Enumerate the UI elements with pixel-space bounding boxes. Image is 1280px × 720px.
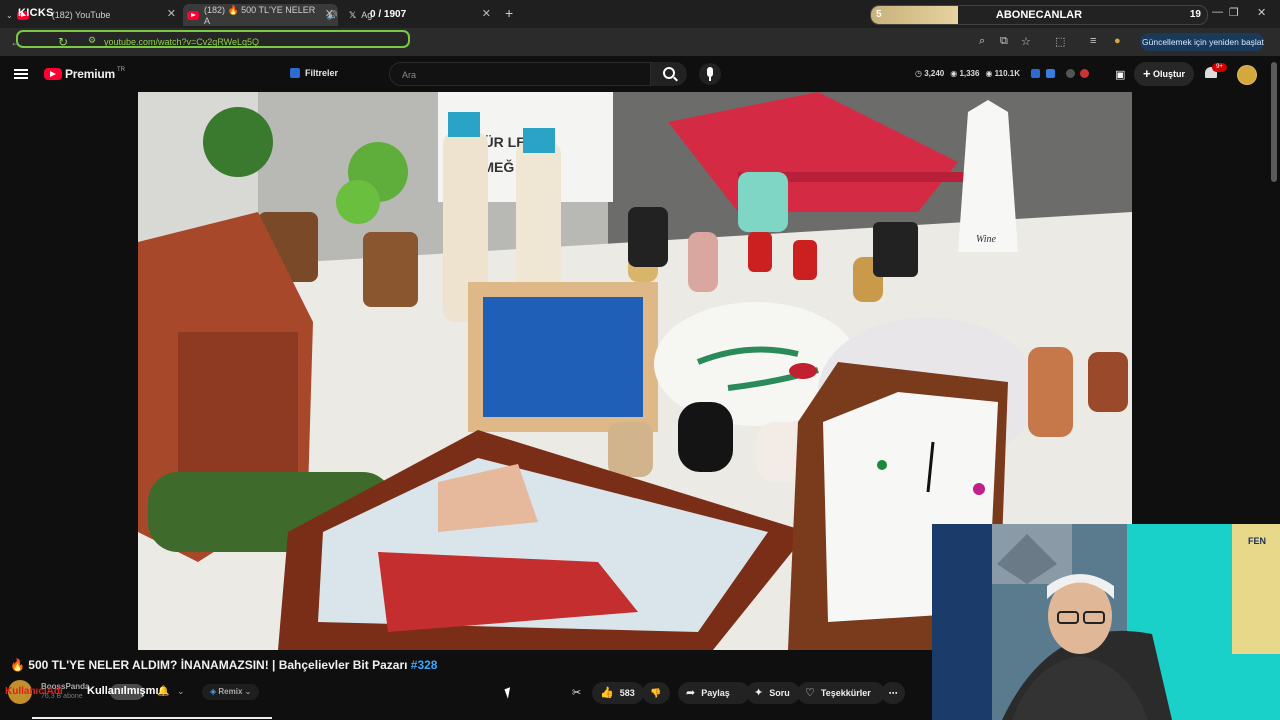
thumbs-down-icon: 👎 [650, 688, 662, 698]
webcam-scene: FEN [932, 524, 1280, 720]
zoom-icon[interactable]: ⌕ [979, 35, 985, 48]
like-button[interactable]: 👍 583 [592, 682, 644, 704]
video-title-text: 🔥 500 TL'YE NELER ALDIM? İNANAMAZSIN! | … [10, 658, 411, 672]
page-scrollbar[interactable] [1271, 62, 1277, 182]
camera-upload-icon[interactable]: ▣ [1115, 68, 1125, 81]
like-count: 583 [619, 688, 635, 698]
stat-views: ◉ 110.1K [985, 69, 1021, 78]
flag-text: FEN [1248, 536, 1266, 546]
kicks-overlay-text: KICKS [18, 7, 54, 19]
hashtag-link[interactable]: #328 [411, 658, 438, 672]
search-input[interactable] [400, 69, 634, 81]
thumbs-up-icon: 👍 [600, 687, 614, 699]
stat-eye: ◉ 1,336 [950, 69, 980, 78]
stream-overlay-username: KullanıcıAdı [5, 686, 63, 697]
dislike-button[interactable]: 👎 [642, 682, 670, 704]
tab-label: (182) YouTube [51, 10, 111, 20]
reload-icon[interactable]: ↻ [58, 35, 68, 49]
extension-icon[interactable] [1080, 69, 1089, 78]
search-box [389, 62, 651, 86]
tab-video[interactable]: (182) 🔥 500 TL'YE NELER A 🔊 ✕ [183, 4, 338, 26]
stream-overlay-question: Kullanılmışmı [87, 685, 159, 697]
close-window-icon[interactable]: ✕ [1257, 6, 1266, 19]
clip-icon[interactable]: ✂ [572, 682, 588, 704]
more-icon: ⋯ [888, 688, 898, 698]
remix-label: Remix [218, 687, 243, 696]
youtube-favicon [187, 10, 199, 20]
browser-tab-strip: ⌄ (182) YouTube ✕ (182) 🔥 500 TL'YE NELE… [0, 0, 1280, 28]
ask-label: Soru [769, 688, 790, 698]
menu-icon[interactable] [14, 69, 28, 79]
divider [32, 717, 272, 719]
youtube-logo-icon [44, 68, 62, 80]
stat-value: 1,336 [959, 69, 980, 78]
filters-button[interactable]: Filtreler [290, 68, 338, 78]
close-tab-icon[interactable]: ✕ [167, 7, 176, 20]
tab-label: (182) 🔥 500 TL'YE NELER A [203, 4, 316, 26]
new-tab-icon[interactable]: + [505, 5, 513, 21]
stat-value: 110.1K [994, 69, 1021, 78]
notification-badge: 9+ [1212, 63, 1227, 72]
chevron-down-icon: ⌄ [244, 687, 252, 696]
account-avatar[interactable] [1237, 65, 1257, 85]
thanks-button[interactable]: ♡ Teşekkürler [797, 682, 885, 704]
chevron-down-icon[interactable]: ⌄ [6, 11, 13, 20]
cast-icon[interactable]: ⧉ [1000, 35, 1008, 48]
stat-clock: ◷ 3,240 [915, 69, 945, 78]
sparkle-icon: ✦ [754, 687, 764, 699]
update-button-label: Güncellemek için yeniden başlat [1142, 37, 1264, 47]
close-tab-icon[interactable]: ✕ [325, 7, 334, 20]
x-logo-icon: 𝕏 [349, 9, 357, 20]
logo-text: Premium [65, 67, 115, 81]
mouse-cursor [504, 687, 514, 699]
extension-icon[interactable] [1031, 69, 1040, 78]
profile-icon[interactable]: ● [1114, 35, 1121, 47]
remix-button[interactable]: ◈ Remix ⌄ [202, 684, 260, 700]
create-button[interactable]: + Oluştur [1134, 62, 1194, 86]
streamer-webcam: FEN [932, 524, 1280, 720]
filters-label: Filtreler [305, 68, 339, 78]
close-tab-icon[interactable]: ✕ [482, 7, 491, 20]
extension-icon[interactable] [1046, 69, 1055, 78]
url-text[interactable]: youtube.com/watch?v=Cv2qRWeLq5Q [104, 37, 259, 47]
bottle-text: Wine [976, 234, 997, 245]
bookmark-star-icon[interactable]: ☆ [1021, 35, 1031, 48]
create-label: Oluştur [1153, 69, 1186, 79]
super-thanks-icon: ♡ [805, 687, 815, 699]
share-icon: ➦ [686, 687, 696, 699]
plus-icon: + [1142, 66, 1151, 81]
search-icon[interactable] [651, 62, 687, 86]
chevron-down-icon[interactable]: ⌄ [177, 686, 185, 697]
stat-value: 3,240 [924, 69, 945, 78]
update-restart-button[interactable]: Güncellemek için yeniden başlat ⋮ [1140, 33, 1264, 65]
thanks-label: Teşekkürler [820, 688, 871, 698]
site-info-icon[interactable]: ⚙ [88, 35, 96, 46]
restore-icon[interactable]: ❐ [1229, 6, 1239, 19]
ask-button[interactable]: ✦ Soru [746, 682, 800, 704]
tab-x[interactable]: 𝕏 Ag ✕ [343, 4, 495, 26]
goal-right-value: 19 [1189, 9, 1201, 20]
remix-icon: ◈ [210, 687, 217, 696]
filter-icon [290, 68, 300, 78]
more-actions-button[interactable]: ⋯ [881, 682, 905, 704]
share-button[interactable]: ➦ Paylaş [678, 682, 750, 704]
extension-stats: ◷ 3,240 ◉ 1,336 ◉ 110.1K [915, 69, 1020, 78]
video-title: 🔥 500 TL'YE NELER ALDIM? İNANAMAZSIN! | … [10, 658, 437, 672]
extensions-icon[interactable]: ⬚ [1055, 35, 1065, 48]
goal-label: ABONECANLAR [995, 9, 1083, 21]
subscriber-goal-bar: 5 ABONECANLAR 19 [870, 5, 1208, 25]
youtube-premium-logo[interactable]: Premium TR [44, 67, 125, 81]
media-icon[interactable]: ≡ [1090, 35, 1096, 47]
subscribe-bell-icon[interactable]: 🔔 [157, 686, 169, 697]
counter-overlay-text: 0 / 1907 [370, 9, 407, 20]
minimize-icon[interactable]: — [1212, 6, 1223, 18]
region-code: TR [116, 67, 125, 73]
notifications-button[interactable]: 9+ [1204, 63, 1227, 80]
share-label: Paylaş [701, 688, 730, 698]
microphone-icon[interactable] [699, 63, 721, 85]
extension-icon[interactable] [1066, 69, 1075, 78]
